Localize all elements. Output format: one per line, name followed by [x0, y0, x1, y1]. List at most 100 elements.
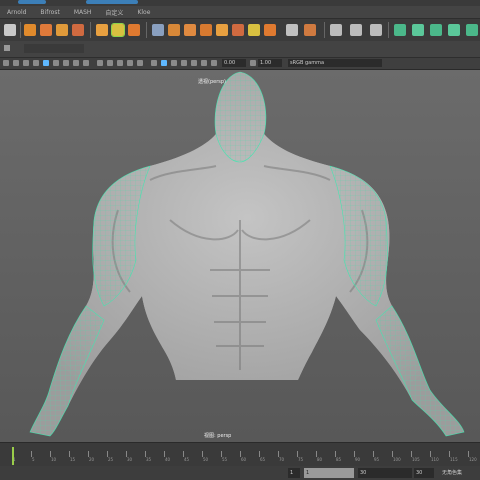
color-space-select[interactable]: sRGB gamma — [288, 59, 382, 67]
end-frame-field[interactable]: 30 — [414, 468, 434, 478]
shelf-divider — [388, 22, 389, 38]
arnold-render-icon[interactable] — [248, 24, 260, 36]
grid-icon[interactable] — [43, 60, 49, 66]
menu-bifrost[interactable]: Bifrost — [33, 9, 66, 16]
menu-kloe[interactable]: Kloe — [130, 9, 157, 16]
select-camera-icon[interactable] — [3, 60, 9, 66]
exposure-field[interactable]: 0.00 — [222, 59, 246, 67]
menu-custom[interactable]: 自定义 — [98, 8, 130, 17]
lights-icon[interactable] — [127, 60, 133, 66]
time-tick-label: 55 — [222, 457, 228, 462]
time-tick-label: 105 — [412, 457, 420, 462]
menu-set-icon[interactable] — [4, 45, 10, 51]
viewport-camera-label: 透视(persp) — [198, 79, 226, 85]
light-icon[interactable] — [264, 24, 276, 36]
time-tick-label: 50 — [203, 457, 209, 462]
open-scene-icon[interactable] — [24, 24, 36, 36]
brush-icon[interactable] — [350, 24, 362, 36]
time-tick-label: 110 — [431, 457, 439, 462]
panel-layout-icon[interactable] — [394, 24, 406, 36]
bookmark-icon[interactable] — [23, 60, 29, 66]
xray-joints-icon[interactable] — [181, 60, 187, 66]
range-slider-bar: 1 1 30 30 无角色集 — [0, 466, 480, 480]
camera-attributes-icon[interactable] — [13, 60, 19, 66]
time-tick-label: 60 — [241, 457, 247, 462]
time-tick-label: 120 — [469, 457, 477, 462]
time-tick-label: 5 — [32, 457, 35, 462]
maya-window: Arnold Bifrost MASH 自定义 Kloe 0.00 1.00 s… — [0, 0, 480, 480]
time-ticks: 1 5 10 15 20 25 30 35 40 45 50 55 60 65 70 75 80 85 90 95 10… — [12, 451, 477, 462]
time-slider[interactable]: 1 5 10 15 20 25 30 35 40 45 50 55 60 65 70 75 80 85 90 95 10… — [0, 442, 480, 467]
workspace-tab-active[interactable] — [86, 0, 138, 4]
time-tick-label: 30 — [127, 457, 133, 462]
wireframe-on-shaded-icon[interactable] — [161, 60, 167, 66]
workspace-tab[interactable] — [18, 0, 46, 4]
field-chart-icon[interactable] — [83, 60, 89, 66]
ambient-occlusion-icon[interactable] — [191, 60, 197, 66]
shelf-divider — [20, 22, 21, 38]
render-icon[interactable] — [184, 24, 196, 36]
menu-arnold[interactable]: Arnold — [0, 9, 33, 16]
construction-icon[interactable] — [168, 24, 180, 36]
isolate-select-icon[interactable] — [171, 60, 177, 66]
range-end-field[interactable]: 30 — [358, 468, 412, 478]
tool-shelf — [0, 18, 480, 42]
snap-point-icon[interactable] — [128, 24, 140, 36]
history-icon[interactable] — [152, 24, 164, 36]
film-gate-icon[interactable] — [53, 60, 59, 66]
menu-mash[interactable]: MASH — [67, 9, 99, 16]
snap-grid-icon[interactable] — [96, 24, 108, 36]
ipr-render-icon[interactable] — [200, 24, 212, 36]
time-tick-label: 95 — [374, 457, 380, 462]
shelf-divider — [90, 22, 91, 38]
gamma-icon[interactable] — [250, 60, 256, 66]
sculpt-icon[interactable] — [330, 24, 342, 36]
menu-bar: Arnold Bifrost MASH 自定义 Kloe — [0, 6, 480, 18]
outliner-icon[interactable] — [430, 24, 442, 36]
playhead[interactable] — [12, 447, 14, 465]
resolution-gate-icon[interactable] — [63, 60, 69, 66]
xray-icon[interactable] — [151, 60, 157, 66]
save-scene-icon[interactable] — [40, 24, 52, 36]
character-set-select[interactable]: 无角色集 — [440, 468, 478, 478]
time-tick-label: 45 — [184, 457, 190, 462]
select-tool-icon[interactable] — [4, 24, 16, 36]
camera-icon[interactable] — [286, 24, 298, 36]
time-tick-label: 10 — [51, 457, 57, 462]
select-by-object-icon[interactable] — [72, 24, 84, 36]
shadows-icon[interactable] — [137, 60, 143, 66]
textured-icon[interactable] — [117, 60, 123, 66]
perspective-viewport[interactable]: 透视(persp) 视图: persp — [0, 70, 480, 442]
anti-aliasing-icon[interactable] — [211, 60, 217, 66]
motion-blur-icon[interactable] — [201, 60, 207, 66]
bodybuilder-model — [29, 71, 465, 437]
time-tick-label: 20 — [89, 457, 95, 462]
time-tick-label: 115 — [450, 457, 458, 462]
time-tick-label: 40 — [165, 457, 171, 462]
time-tick-label: 100 — [393, 457, 401, 462]
attribute-icon[interactable] — [304, 24, 316, 36]
shelf-divider — [146, 22, 147, 38]
graph-editor-icon[interactable] — [448, 24, 460, 36]
status-line — [0, 41, 480, 58]
time-tick-label: 80 — [317, 457, 323, 462]
range-start-field[interactable]: 1 — [304, 468, 354, 478]
start-frame-field[interactable]: 1 — [288, 468, 300, 478]
time-tick-label: 25 — [108, 457, 114, 462]
time-tick-label: 85 — [336, 457, 342, 462]
select-by-hierarchy-icon[interactable] — [56, 24, 68, 36]
time-tick-label: 35 — [146, 457, 152, 462]
render-settings-icon[interactable] — [216, 24, 228, 36]
smooth-shade-icon[interactable] — [107, 60, 113, 66]
snap-curve-icon[interactable] — [111, 23, 125, 37]
gamma-field[interactable]: 1.00 — [258, 59, 282, 67]
four-view-icon[interactable] — [412, 24, 424, 36]
gate-mask-icon[interactable] — [73, 60, 79, 66]
pen-icon[interactable] — [370, 24, 382, 36]
time-tick-label: 65 — [260, 457, 266, 462]
hypershade-icon[interactable] — [232, 24, 244, 36]
panel-toolbar: 0.00 1.00 sRGB gamma — [0, 58, 480, 70]
image-plane-icon[interactable] — [33, 60, 39, 66]
wireframe-icon[interactable] — [97, 60, 103, 66]
channel-box-icon[interactable] — [466, 24, 478, 36]
